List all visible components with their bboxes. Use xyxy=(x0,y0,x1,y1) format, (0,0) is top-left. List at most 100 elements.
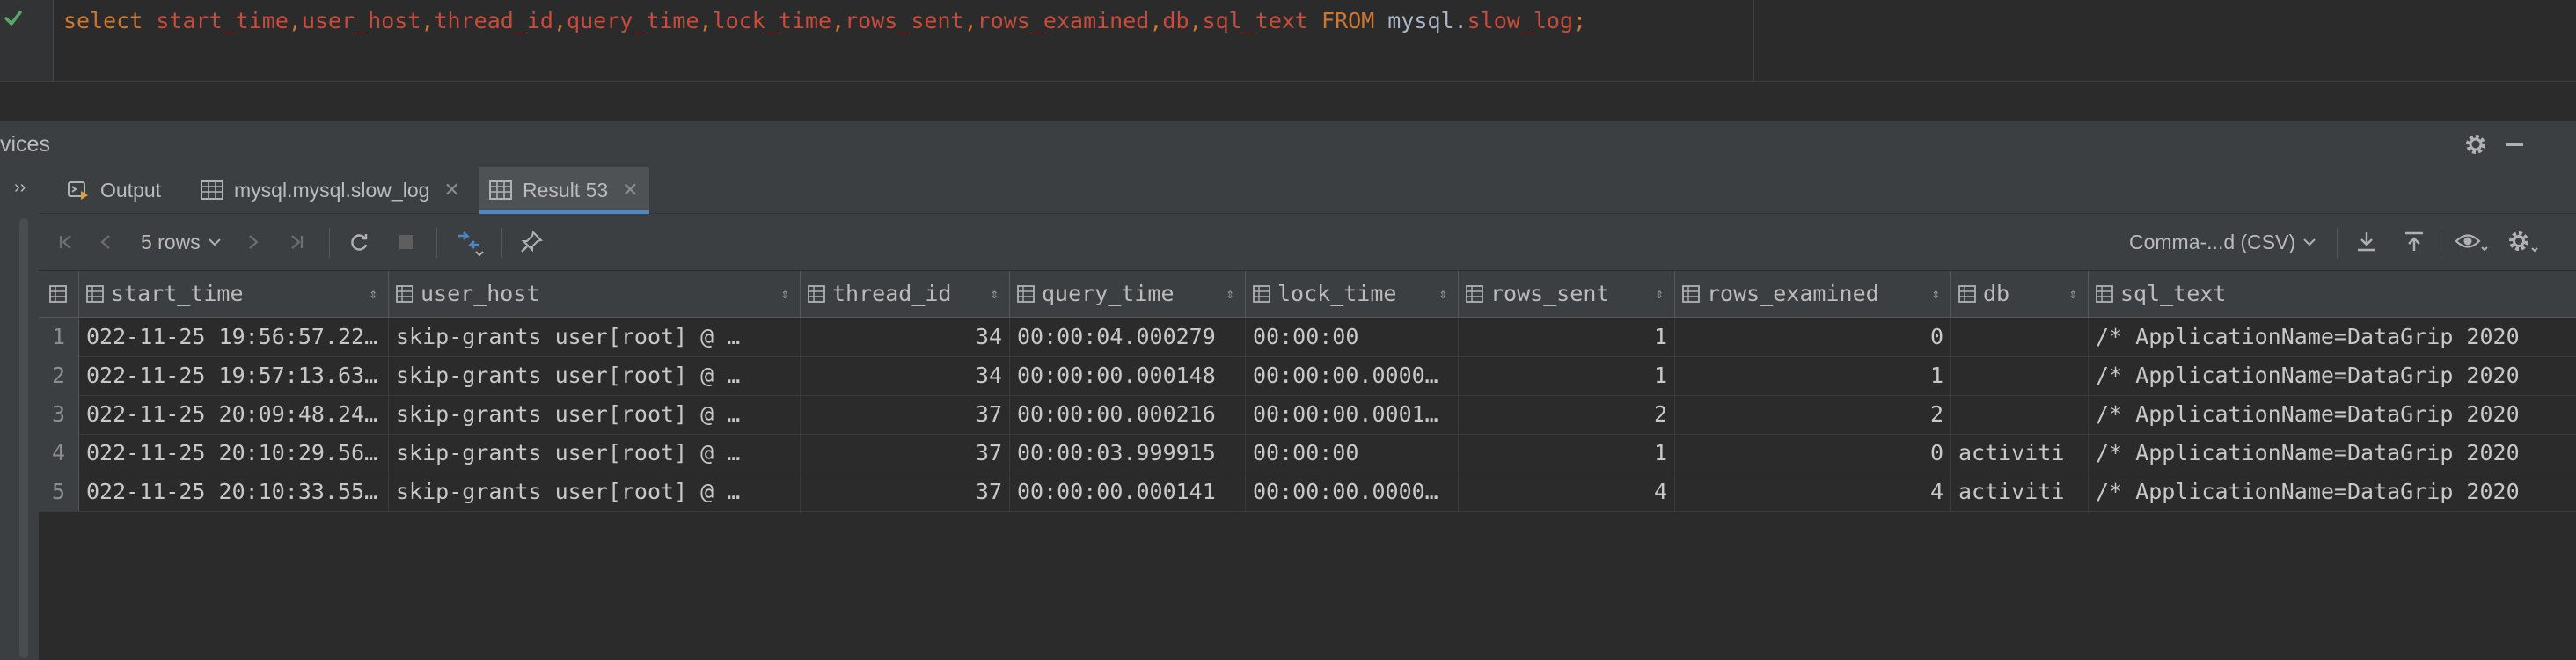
refresh-icon[interactable] xyxy=(343,214,375,270)
pin-icon[interactable] xyxy=(514,214,549,270)
column-header-user-host[interactable]: user_host ⇕ xyxy=(389,271,801,317)
cell-query-time[interactable]: 00:00:00.000148 xyxy=(1010,356,1246,395)
cell-thread-id[interactable]: 37 xyxy=(801,434,1010,473)
close-icon[interactable]: ✕ xyxy=(443,179,459,202)
cell-db[interactable] xyxy=(1951,356,2089,395)
cell-user-host[interactable]: skip-grants user[root] @ … xyxy=(389,318,801,356)
row-number[interactable]: 4 xyxy=(39,434,79,473)
sort-icon[interactable]: ⇕ xyxy=(1438,271,1447,317)
cell-rows-examined[interactable]: 0 xyxy=(1675,434,1951,473)
tab-result-53[interactable]: Result 53 ✕ xyxy=(479,167,649,214)
cell-lock-time[interactable]: 00:00:00.0000… xyxy=(1246,356,1459,395)
table-row[interactable]: 4 022-11-25 20:10:29.56… skip-grants user[… xyxy=(39,434,2576,473)
expand-icon[interactable]: ›› xyxy=(14,178,26,198)
sort-icon[interactable]: ⇕ xyxy=(1931,271,1940,317)
gear-icon[interactable] xyxy=(2463,132,2488,157)
cell-lock-time[interactable]: 00:00:00 xyxy=(1246,434,1459,473)
sql-editor[interactable]: select start_time,user_host,thread_id,qu… xyxy=(0,0,2576,82)
row-number[interactable]: 2 xyxy=(39,356,79,395)
cell-sql-text[interactable]: /* ApplicationName=DataGrip 2020 xyxy=(2089,395,2576,434)
sort-icon[interactable]: ⇕ xyxy=(2068,271,2077,317)
cell-db[interactable]: activiti xyxy=(1951,434,2089,473)
cell-start-time[interactable]: 022-11-25 19:57:13.63… xyxy=(79,356,389,395)
sort-icon[interactable]: ⇕ xyxy=(1655,271,1664,317)
cell-start-time[interactable]: 022-11-25 19:56:57.22… xyxy=(79,318,389,356)
tab-output[interactable]: Output xyxy=(56,167,172,213)
sort-icon[interactable]: ⇕ xyxy=(990,271,999,317)
cell-query-time[interactable]: 00:00:04.000279 xyxy=(1010,318,1246,356)
toolbar-separator xyxy=(501,228,502,258)
cell-db[interactable] xyxy=(1951,318,2089,356)
cell-thread-id[interactable]: 34 xyxy=(801,318,1010,356)
cell-rows-sent[interactable]: 2 xyxy=(1459,395,1675,434)
column-header-rows-examined[interactable]: rows_examined ⇕ xyxy=(1675,271,1951,317)
first-page-icon[interactable] xyxy=(53,214,79,270)
cell-db[interactable]: activiti xyxy=(1951,473,2089,511)
column-header-rows-sent[interactable]: rows_sent ⇕ xyxy=(1459,271,1675,317)
row-number-header[interactable] xyxy=(39,271,79,317)
cell-query-time[interactable]: 00:00:00.000141 xyxy=(1010,473,1246,511)
sort-icon[interactable]: ⇕ xyxy=(369,271,377,317)
cell-lock-time[interactable]: 00:00:00.0000… xyxy=(1246,473,1459,511)
cell-sql-text[interactable]: /* ApplicationName=DataGrip 2020 xyxy=(2089,356,2576,395)
column-header-sql-text[interactable]: sql_text xyxy=(2089,271,2576,317)
cell-user-host[interactable]: skip-grants user[root] @ … xyxy=(389,434,801,473)
table-row[interactable]: 5 022-11-25 20:10:33.55… skip-grants user[… xyxy=(39,473,2576,512)
cell-sql-text[interactable]: /* ApplicationName=DataGrip 2020 xyxy=(2089,318,2576,356)
table-row[interactable]: 1 022-11-25 19:56:57.22… skip-grants user[… xyxy=(39,318,2576,357)
cell-user-host[interactable]: skip-grants user[root] @ … xyxy=(389,473,801,511)
minimize-icon[interactable] xyxy=(2502,132,2527,157)
column-header-lock-time[interactable]: lock_time ⇕ xyxy=(1246,271,1459,317)
cell-rows-examined[interactable]: 4 xyxy=(1675,473,1951,511)
cell-thread-id[interactable]: 37 xyxy=(801,395,1010,434)
cell-lock-time[interactable]: 00:00:00 xyxy=(1246,318,1459,356)
close-icon[interactable]: ✕ xyxy=(622,179,638,202)
column-header-db[interactable]: db ⇕ xyxy=(1951,271,2089,317)
cell-start-time[interactable]: 022-11-25 20:09:48.24… xyxy=(79,395,389,434)
page-size-select[interactable]: 5 rows xyxy=(141,214,223,270)
row-number[interactable]: 1 xyxy=(39,318,79,356)
settings-icon[interactable] xyxy=(2502,214,2544,270)
cell-rows-sent[interactable]: 1 xyxy=(1459,434,1675,473)
download-icon[interactable] xyxy=(2349,214,2384,270)
sql-statement[interactable]: select start_time,user_host,thread_id,qu… xyxy=(63,0,1586,42)
last-page-icon[interactable] xyxy=(283,214,310,270)
cell-rows-sent[interactable]: 1 xyxy=(1459,318,1675,356)
compare-icon[interactable] xyxy=(450,214,489,270)
cell-user-host[interactable]: skip-grants user[root] @ … xyxy=(389,395,801,434)
cell-rows-sent[interactable]: 4 xyxy=(1459,473,1675,511)
cell-rows-examined[interactable]: 2 xyxy=(1675,395,1951,434)
column-header-query-time[interactable]: query_time ⇕ xyxy=(1010,271,1246,317)
cell-rows-examined[interactable]: 1 xyxy=(1675,356,1951,395)
tab-slow-log[interactable]: mysql.mysql.slow_log ✕ xyxy=(190,167,471,213)
cell-thread-id[interactable]: 37 xyxy=(801,473,1010,511)
view-options-icon[interactable] xyxy=(2451,214,2493,270)
cell-rows-examined[interactable]: 0 xyxy=(1675,318,1951,356)
sort-icon[interactable]: ⇕ xyxy=(780,271,789,317)
cell-query-time[interactable]: 00:00:00.000216 xyxy=(1010,395,1246,434)
column-header-thread-id[interactable]: thread_id ⇕ xyxy=(801,271,1010,317)
cell-start-time[interactable]: 022-11-25 20:10:29.56… xyxy=(79,434,389,473)
next-page-icon[interactable] xyxy=(239,214,266,270)
column-header-start-time[interactable]: start_time ⇕ xyxy=(79,271,389,317)
sort-icon[interactable]: ⇕ xyxy=(1226,271,1234,317)
export-format-select[interactable]: Comma-...d (CSV) xyxy=(2129,214,2318,270)
cell-sql-text[interactable]: /* ApplicationName=DataGrip 2020 xyxy=(2089,434,2576,473)
cell-user-host[interactable]: skip-grants user[root] @ … xyxy=(389,356,801,395)
cell-rows-sent[interactable]: 1 xyxy=(1459,356,1675,395)
cell-query-time[interactable]: 00:00:03.999915 xyxy=(1010,434,1246,473)
cell-start-time[interactable]: 022-11-25 20:10:33.55… xyxy=(79,473,389,511)
vertical-scrollbar[interactable] xyxy=(19,218,28,658)
result-grid[interactable]: start_time ⇕ user_host ⇕ thread_id ⇕ query_tim… xyxy=(39,271,2576,660)
row-number[interactable]: 5 xyxy=(39,473,79,511)
upload-icon[interactable] xyxy=(2397,214,2432,270)
cell-lock-time[interactable]: 00:00:00.0001… xyxy=(1246,395,1459,434)
previous-page-icon[interactable] xyxy=(93,214,120,270)
cell-sql-text[interactable]: /* ApplicationName=DataGrip 2020 xyxy=(2089,473,2576,511)
table-row[interactable]: 2 022-11-25 19:57:13.63… skip-grants user[… xyxy=(39,356,2576,396)
row-number[interactable]: 3 xyxy=(39,395,79,434)
stop-icon[interactable] xyxy=(391,214,422,270)
table-row[interactable]: 3 022-11-25 20:09:48.24… skip-grants user[… xyxy=(39,395,2576,435)
cell-db[interactable] xyxy=(1951,395,2089,434)
cell-thread-id[interactable]: 34 xyxy=(801,356,1010,395)
